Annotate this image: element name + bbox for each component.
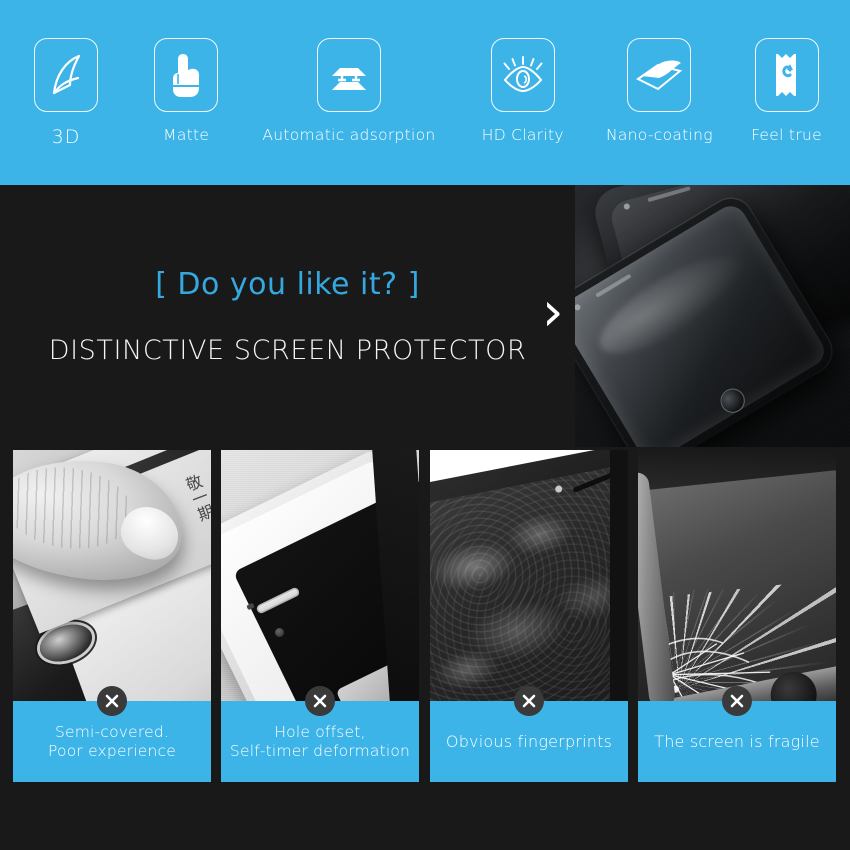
problem-panel: 敬一期 Semi-covered. Poor experience [13,450,211,782]
curved-3d-sheet-icon [34,38,98,112]
panel-caption-text: The screen is fragile [654,732,820,751]
feature-item-matte: Matte [154,38,219,144]
panel-photo-hole-offset [221,450,419,701]
stacked-layers-adsorption-icon [316,38,381,112]
feature-item-hd-clarity: HD Clarity [482,38,564,144]
problem-panels-row: 敬一期 Semi-covered. Poor experience Hole o… [0,450,850,850]
hero-headline: DISTINCTIVE SCREEN PROTECTOR [48,335,527,366]
ticket-swipe-arrow-icon [754,38,819,112]
x-mark-icon [514,686,544,716]
hero-tagline: [ Do you like it? ] [155,267,420,302]
photo-fingerprint-ridges [430,461,628,701]
panel-photo-cracked-screen [638,450,836,701]
back-phone-camera-dot [623,203,631,211]
panel-photo-fingerprints [430,450,628,701]
panel-caption-text: Hole offset, Self-timer deformation [229,722,411,760]
feature-item-automatic-adsorption: Automatic adsorption [262,38,435,144]
problem-panel: Obvious fingerprints [430,450,628,782]
feature-highlight-bar: 3D Matte Automatic adsorption HD Clarity… [0,0,850,185]
problem-panel: The screen is fragile [638,450,836,782]
feature-label: HD Clarity [481,126,564,144]
back-phone-speaker-slot [647,186,692,203]
problem-panel: Hole offset, Self-timer deformation [221,450,419,782]
feature-item-nano-coating: Nano-coating [606,38,713,144]
feature-list: 3D Matte Automatic adsorption HD Clarity… [0,0,850,185]
feature-item-feel-true: Feel true [751,38,822,144]
x-mark-icon [722,686,752,716]
feature-label: Nano-coating [605,126,713,144]
feature-label: 3D [51,126,81,148]
photo-front-camera-cutout [275,628,284,637]
feature-label: Automatic adsorption [262,126,436,144]
feature-label: Feel true [751,126,822,144]
panel-caption-text: Semi-covered. Poor experience [48,722,176,760]
hero-text-block: [ Do you like it? ] DISTINCTIVE SCREEN P… [0,185,575,450]
pointing-hand-touch-icon [154,38,219,112]
eye-clarity-icon [490,38,555,112]
photo-phone-body [430,450,628,701]
product-infographic-page: 3D Matte Automatic adsorption HD Clarity… [0,0,850,850]
hero-product-photo [575,185,850,447]
photo-dark-edge [610,450,628,701]
x-mark-icon [305,686,335,716]
peeling-film-layer-icon [627,38,692,112]
panel-photo-semi-covered: 敬一期 [13,450,211,701]
feature-item-3d: 3D [34,38,98,148]
feature-label: Matte [163,126,210,144]
photo-phone-screen [430,461,628,701]
chevron-right-icon: › [542,280,564,343]
panel-caption-text: Obvious fingerprints [445,732,613,751]
x-mark-icon [97,686,127,716]
